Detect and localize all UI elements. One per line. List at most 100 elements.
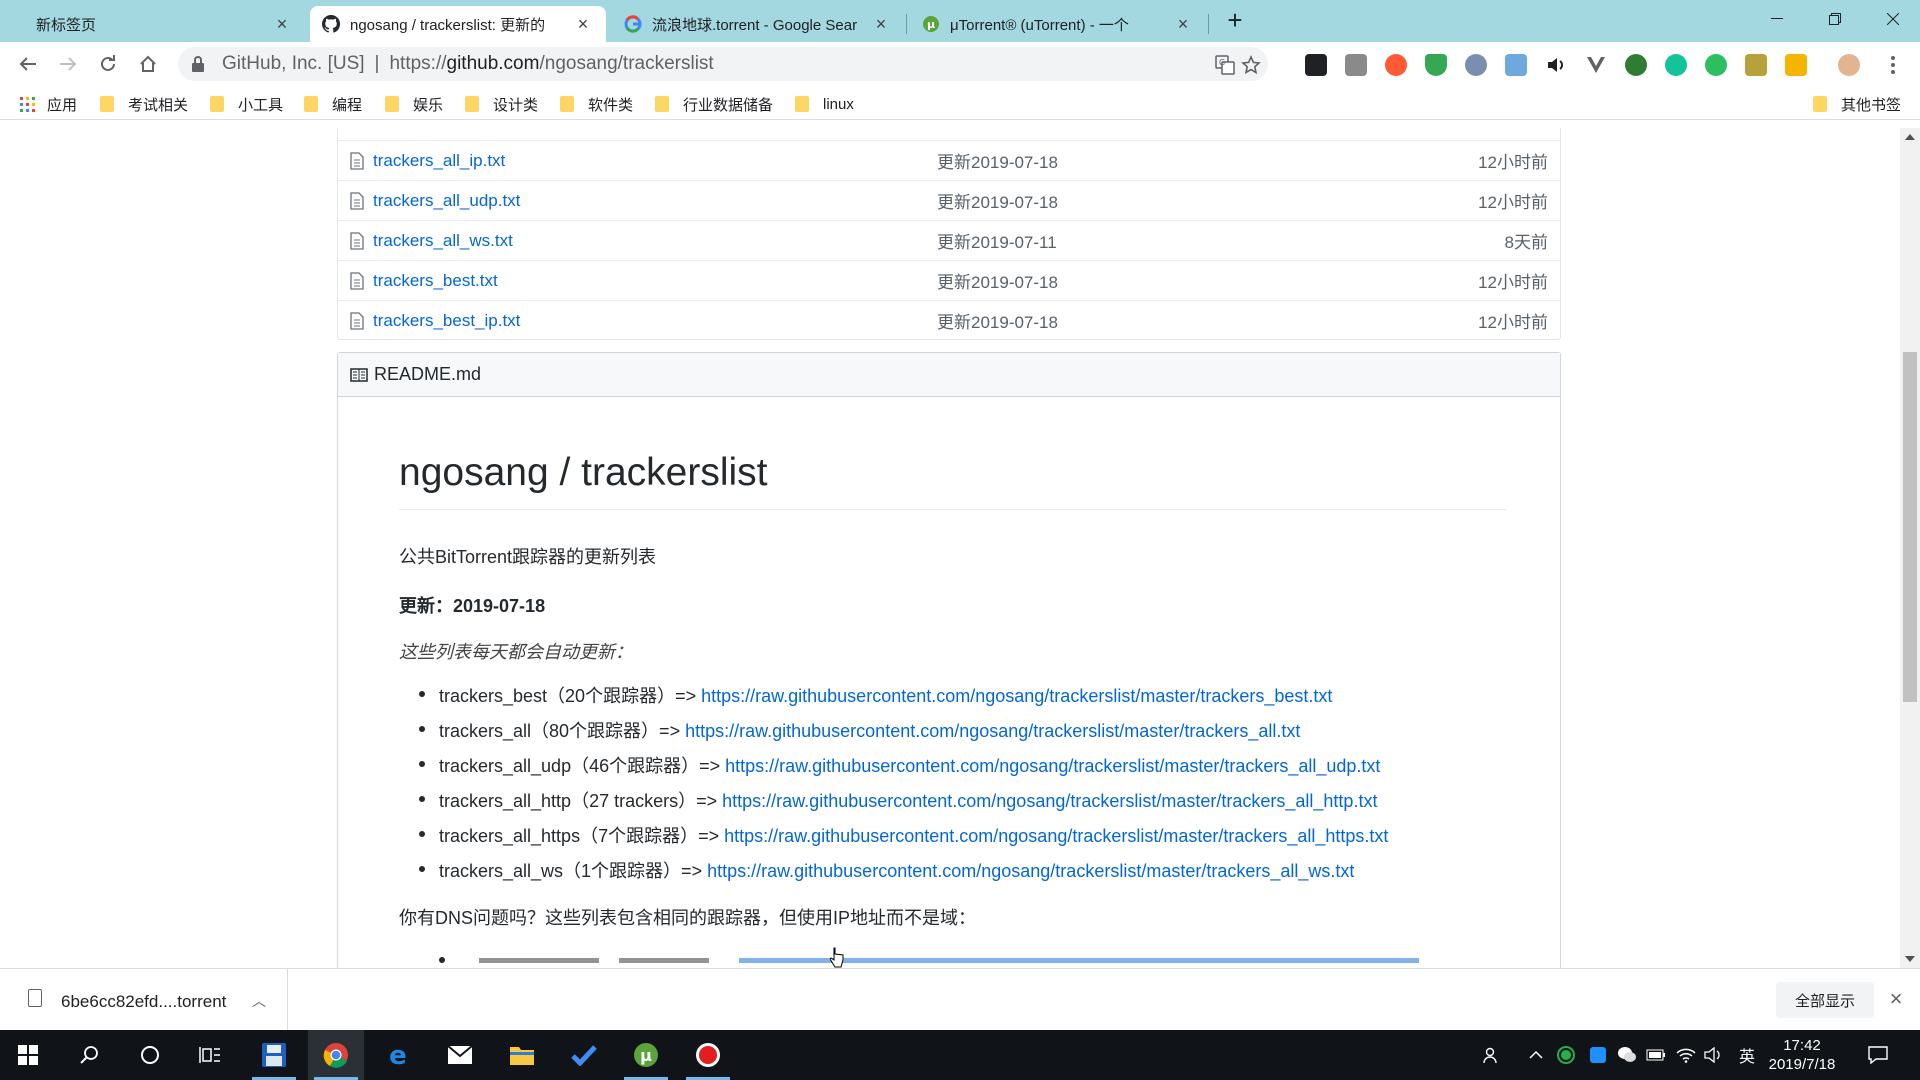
commit-message[interactable]: 更新2019-07-11 [937, 228, 1057, 253]
bookmark-folder[interactable]: 设计类 [465, 94, 538, 114]
file-name-link[interactable]: trackers_best_ip.txt [373, 311, 520, 331]
extension-icon[interactable] [1745, 54, 1767, 76]
translate-icon[interactable]: G [1214, 54, 1236, 76]
close-tab-icon[interactable]: × [273, 15, 291, 33]
list-item: trackers_all_https（7个跟踪器）=> https://raw.… [399, 822, 1506, 857]
tab-utorrent[interactable]: μ μTorrent® (uTorrent) - 一个 × [910, 6, 1206, 42]
taskbar-mail[interactable] [432, 1030, 488, 1080]
commit-message[interactable]: 更新2019-07-18 [937, 188, 1058, 213]
list-url-link[interactable]: https://raw.githubusercontent.com/ngosan… [707, 861, 1354, 881]
bookmark-apps[interactable]: 应用 [20, 94, 77, 114]
shield-extension-icon[interactable] [1425, 54, 1447, 76]
commit-message[interactable]: 更新2019-07-18 [937, 308, 1058, 333]
extension-icon[interactable] [1625, 54, 1647, 76]
extension-icon[interactable] [1385, 54, 1407, 76]
chevron-up-icon[interactable]: ︿ [252, 991, 266, 1011]
close-tab-icon[interactable]: × [872, 15, 890, 33]
close-icon[interactable]: × [1884, 987, 1908, 1011]
taskbar-utorrent[interactable]: μ [618, 1030, 674, 1080]
bookmark-star-icon[interactable] [1240, 54, 1262, 76]
list-url-link[interactable]: https://raw.githubusercontent.com/ngosan… [701, 686, 1332, 706]
forward-button[interactable] [54, 50, 82, 78]
close-tab-icon[interactable]: × [574, 15, 592, 33]
tray-app-icon[interactable] [1556, 1045, 1576, 1065]
tab-trackerslist[interactable]: ngosang / trackerslist: 更新的 × [310, 6, 606, 42]
taskbar-clock[interactable]: 17:42 2019/7/18 [1760, 1036, 1844, 1074]
bookmark-folder[interactable]: 行业数据储备 [655, 94, 773, 114]
taskbar-chrome[interactable] [308, 1030, 364, 1080]
extension-icon[interactable] [1305, 54, 1327, 76]
start-button[interactable] [0, 1030, 56, 1080]
battery-icon[interactable] [1646, 1045, 1666, 1065]
bookmark-folder[interactable]: 考试相关 [100, 94, 188, 114]
file-row[interactable]: trackers_best.txt 更新2019-07-18 12小时前 [338, 260, 1560, 300]
list-url-link[interactable]: https://raw.githubusercontent.com/ngosan… [722, 791, 1377, 811]
ime-indicator[interactable]: 英 [1737, 1045, 1757, 1066]
pdf-extension-icon[interactable] [1345, 54, 1367, 76]
file-row[interactable]: trackers_all_ws.txt 更新2019-07-11 8天前 [338, 220, 1560, 260]
tab-new-tab[interactable]: 新标签页 × [10, 6, 305, 42]
grammarly-icon[interactable] [1665, 54, 1687, 76]
menu-dots-icon[interactable] [1882, 54, 1904, 76]
bookmark-folder[interactable]: 小工具 [210, 94, 283, 114]
avatar[interactable] [1838, 54, 1860, 76]
file-name-link[interactable]: trackers_all_ip.txt [373, 151, 505, 171]
cortana-icon[interactable] [122, 1030, 178, 1080]
bookmark-other[interactable]: 其他书签 [1813, 94, 1901, 114]
file-name-link[interactable]: trackers_all_udp.txt [373, 191, 520, 211]
file-row[interactable]: trackers_all_udp.txt 更新2019-07-18 12小时前 [338, 180, 1560, 220]
taskbar-todo[interactable] [556, 1030, 612, 1080]
people-icon[interactable] [1482, 1045, 1502, 1065]
lock-icon[interactable] [190, 55, 206, 73]
notification-center-icon[interactable] [1868, 1045, 1888, 1065]
taskbar-edge[interactable]: e [370, 1030, 426, 1080]
speaker-icon[interactable] [1545, 54, 1567, 76]
restore-button[interactable] [1806, 0, 1864, 38]
extension-icon[interactable] [1785, 54, 1807, 76]
bluetooth-icon[interactable] [1588, 1045, 1608, 1065]
list-url-link[interactable]: https://raw.githubusercontent.com/ngosan… [724, 826, 1388, 846]
tray-chevron-up-icon[interactable] [1526, 1045, 1546, 1065]
list-url-link[interactable]: https://raw.githubusercontent.com/ngosan… [685, 721, 1300, 741]
wifi-icon[interactable] [1676, 1045, 1696, 1065]
taskbar-recorder[interactable] [680, 1030, 736, 1080]
download-item[interactable]: 6be6cc82efd....torrent ︿ [0, 969, 288, 1031]
vue-devtools-icon[interactable] [1585, 54, 1607, 76]
commit-message[interactable]: 更新2019-07-18 [937, 148, 1058, 173]
list-url-link[interactable]: https://raw.githubusercontent.com/ngosan… [725, 756, 1380, 776]
address-bar[interactable]: GitHub, Inc. [US] | https://github.com/n… [178, 47, 1268, 81]
evernote-icon[interactable] [1705, 54, 1727, 76]
minimize-button[interactable] [1748, 0, 1806, 38]
close-window-button[interactable] [1864, 0, 1920, 38]
search-icon[interactable] [62, 1030, 118, 1080]
bookmark-folder[interactable]: 编程 [304, 94, 362, 114]
reload-button[interactable] [94, 50, 122, 78]
commit-message[interactable]: 更新2019-07-18 [937, 268, 1058, 293]
extension-icon[interactable] [1505, 54, 1527, 76]
file-name-link[interactable]: trackers_best.txt [373, 271, 498, 291]
volume-icon[interactable] [1704, 1045, 1724, 1065]
show-all-button[interactable]: 全部显示 [1776, 982, 1874, 1018]
scroll-up-arrow-icon[interactable] [1905, 134, 1915, 140]
bookmark-folder[interactable]: 软件类 [560, 94, 633, 114]
bookmark-folder[interactable]: linux [795, 94, 854, 114]
new-tab-button[interactable]: + [1223, 7, 1247, 33]
extension-icon[interactable] [1465, 54, 1487, 76]
taskbar-save-app[interactable] [246, 1030, 302, 1080]
home-button[interactable] [134, 50, 162, 78]
url-text[interactable]: https://github.com/ngosang/trackerslist [389, 53, 713, 75]
wechat-icon[interactable] [1617, 1045, 1637, 1065]
svg-text:μ: μ [927, 18, 935, 31]
bookmark-folder[interactable]: 娱乐 [385, 94, 443, 114]
file-row[interactable]: trackers_best_ip.txt 更新2019-07-18 12小时前 [338, 300, 1560, 340]
tab-google-search[interactable]: 流浪地球.torrent - Google Sear × [612, 6, 904, 42]
task-view-icon[interactable] [182, 1030, 238, 1080]
scroll-thumb[interactable] [1903, 352, 1917, 702]
page-scrollbar[interactable] [1900, 128, 1920, 968]
scroll-down-arrow-icon[interactable] [1905, 956, 1915, 962]
back-button[interactable] [14, 50, 42, 78]
taskbar-file-explorer[interactable] [494, 1030, 550, 1080]
close-tab-icon[interactable]: × [1174, 15, 1192, 33]
file-row[interactable]: trackers_all_ip.txt 更新2019-07-18 12小时前 [338, 140, 1560, 180]
file-name-link[interactable]: trackers_all_ws.txt [373, 231, 513, 251]
